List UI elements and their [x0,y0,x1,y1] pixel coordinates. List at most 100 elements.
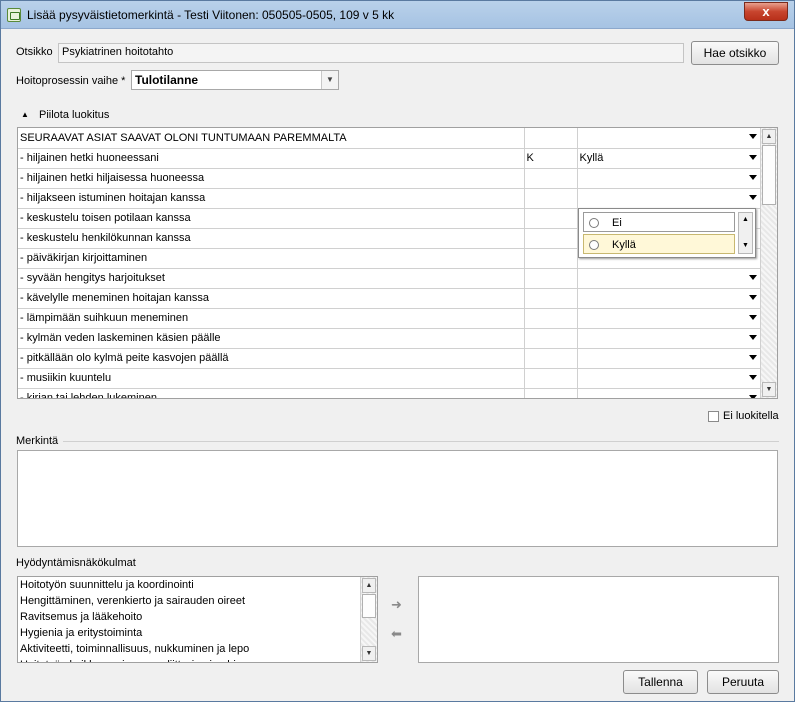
row-text: - kävelylle meneminen hoitajan kanssa [18,288,525,309]
row-text: - hiljainen hetki hiljaisessa huoneessa [18,168,525,189]
chevron-down-icon[interactable] [748,354,757,360]
chevron-down-icon[interactable] [748,274,757,280]
collapse-icon[interactable]: ▲ [21,110,29,119]
table-row[interactable]: - kirjan tai lehden lukeminen [18,388,762,398]
row-value-select[interactable] [577,288,762,309]
window-title: Lisää pysyväistietomerkintä - Testi Viit… [27,8,395,22]
grid-scrollbar[interactable]: ▲ ▼ [760,128,777,398]
row-text: - pitkällään olo kylmä peite kasvojen pä… [18,348,525,369]
table-row[interactable]: - hiljainen hetki hiljaisessa huoneessa [18,168,762,189]
chevron-down-icon[interactable] [748,174,757,180]
otsikko-field[interactable]: Psykiatrinen hoitotahto [58,43,684,63]
chevron-down-icon[interactable] [748,194,757,200]
otsikko-label: Otsikko [16,46,53,58]
row-code[interactable] [524,308,578,329]
merkinta-textarea[interactable] [17,450,778,547]
popup-scrollbar[interactable]: ▲ ▼ [738,212,753,254]
perspectives-selected-list[interactable] [418,576,779,663]
row-value-select[interactable] [577,128,762,149]
row-text: - hiljainen hetki huoneessani [18,148,525,169]
row-value-select[interactable] [577,308,762,329]
table-row[interactable]: - lämpimään suihkuun meneminen [18,308,762,329]
chevron-down-icon[interactable] [748,154,757,160]
option-kylla[interactable]: Kyllä [583,234,735,254]
row-value-select[interactable] [577,268,762,289]
remove-arrow-icon[interactable]: ⬅ [391,626,402,642]
chevron-down-icon[interactable] [748,294,757,300]
chevron-down-icon[interactable] [748,394,757,398]
row-code[interactable] [524,388,578,398]
row-code[interactable] [524,268,578,289]
row-code[interactable] [524,208,578,229]
row-text: - lämpimään suihkuun meneminen [18,308,525,329]
list-item[interactable]: Ravitsemus ja lääkehoito [20,611,142,623]
list-item[interactable]: Hoitotyön suunnittelu ja koordinointi [20,579,194,591]
row-code[interactable] [524,248,578,269]
row-code[interactable] [524,328,578,349]
close-button[interactable]: x [744,2,788,21]
chevron-down-icon[interactable] [748,134,757,139]
row-code[interactable] [524,228,578,249]
perspectives-available-list[interactable]: Hoitotyön suunnittelu ja koordinointi Hen… [17,576,378,663]
row-code[interactable] [524,188,578,209]
popup-scroll-down-icon[interactable]: ▼ [739,239,752,253]
row-code[interactable] [524,368,578,389]
table-row[interactable]: - pitkällään olo kylmä peite kasvojen pä… [18,348,762,369]
row-code[interactable] [524,348,578,369]
popup-scroll-up-icon[interactable]: ▲ [739,213,752,227]
list-scrollbar[interactable]: ▲ ▼ [360,577,377,662]
chevron-down-icon[interactable] [748,374,757,380]
option-ei[interactable]: Ei [583,212,735,232]
option-ei-label: Ei [612,217,622,229]
row-text: - hiljakseen istuminen hoitajan kanssa [18,188,525,209]
row-value-select[interactable] [577,368,762,389]
list-scroll-down-icon[interactable]: ▼ [362,646,376,661]
row-code[interactable]: K [524,148,578,169]
chevron-down-icon[interactable]: ▼ [321,71,338,89]
row-value-select[interactable] [577,328,762,349]
table-row[interactable]: - musiikin kuuntelu [18,368,762,389]
list-item[interactable]: Hoitotyön kaikkeen oireeseen liittyvien … [20,659,254,662]
row-value-select[interactable] [577,168,762,189]
scroll-thumb[interactable] [762,145,776,205]
dialog-window: Lisää pysyväistietomerkintä - Testi Viit… [0,0,795,702]
chevron-down-icon[interactable] [748,334,757,340]
merkinta-label: Merkintä [16,435,59,447]
list-scroll-thumb[interactable] [362,594,376,618]
table-row[interactable]: - kävelylle meneminen hoitajan kanssa [18,288,762,309]
app-icon [7,8,21,22]
list-item[interactable]: Hengittäminen, verenkierto ja sairauden … [20,595,245,607]
row-code[interactable] [524,168,578,189]
scroll-up-icon[interactable]: ▲ [762,129,776,144]
row-code[interactable] [524,288,578,309]
radio-ei[interactable] [589,218,599,228]
cancel-button[interactable]: Peruuta [707,670,779,694]
row-text: - syvään hengitys harjoitukset [18,268,525,289]
table-row[interactable]: - hiljainen hetki huoneessani K Kyllä [18,148,762,169]
table-row[interactable]: - syvään hengitys harjoitukset [18,268,762,289]
save-button[interactable]: Tallenna [623,670,698,694]
hide-classification-toggle[interactable]: Piilota luokitus [39,109,109,121]
title-bar[interactable]: Lisää pysyväistietomerkintä - Testi Viit… [1,1,794,29]
add-arrow-icon[interactable]: ➜ [391,597,402,613]
table-row[interactable]: SEURAAVAT ASIAT SAAVAT OLONI TUNTUMAAN P… [18,128,762,149]
row-code[interactable] [524,128,578,149]
row-value-select[interactable]: Kyllä [577,148,762,169]
list-item[interactable]: Aktiviteetti, toiminnallisuus, nukkumine… [20,643,249,655]
radio-kylla[interactable] [589,240,599,250]
phase-select[interactable]: Tulotilanne ▼ [131,70,339,90]
row-value-select[interactable] [577,348,762,369]
scroll-down-icon[interactable]: ▼ [762,382,776,397]
row-value-select[interactable] [577,388,762,398]
no-classification-checkbox[interactable] [708,411,719,422]
list-scroll-up-icon[interactable]: ▲ [362,578,376,593]
row-value-select[interactable] [577,188,762,209]
row-text: SEURAAVAT ASIAT SAAVAT OLONI TUNTUMAAN P… [18,128,525,149]
table-row[interactable]: - hiljakseen istuminen hoitajan kanssa [18,188,762,209]
row-text: - kirjan tai lehden lukeminen [18,388,525,398]
table-row[interactable]: - kylmän veden laskeminen käsien päälle [18,328,762,349]
fetch-title-button[interactable]: Hae otsikko [691,41,779,65]
list-item[interactable]: Hygienia ja eritystoiminta [20,627,142,639]
chevron-down-icon[interactable] [748,314,757,320]
row-value: Kyllä [579,152,604,164]
